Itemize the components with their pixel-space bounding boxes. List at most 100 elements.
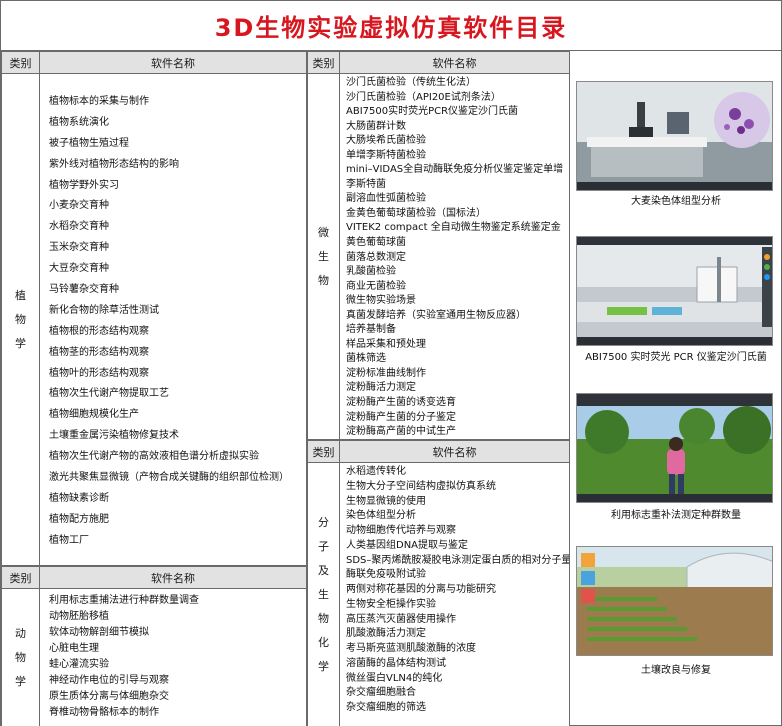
list-item: 植物系统演化: [49, 116, 109, 128]
screenshot-pcr-bench: [576, 236, 773, 346]
plants-category: 植物学: [2, 74, 40, 565]
list-item: 植物根的形态结构观察: [49, 325, 149, 337]
software-header: 软件名称: [432, 445, 477, 459]
screenshot-lab-microscope: [576, 81, 773, 191]
lab-bench-icon: [577, 237, 772, 345]
category-char: 物: [15, 312, 26, 326]
molecular-category-label: 分子及生物化学: [318, 511, 329, 679]
category-char: 学: [318, 659, 329, 673]
list-item: 沙门氏菌检验（API20E试剂条法）: [346, 91, 501, 103]
list-item: 植物标本的采集与制作: [49, 96, 149, 107]
category-char: 植: [15, 288, 26, 302]
micro-category: 微生物: [308, 74, 340, 439]
category-char: 学: [15, 674, 26, 688]
list-item: 脊椎动物骨骼标本的制作: [49, 707, 159, 718]
category-header: 类别: [2, 567, 40, 588]
field-student-icon: [577, 394, 772, 502]
plants-list: 植物标本的采集与制作 植物系统演化 被子植物生殖过程 紫外线对植物形态结构的影响 植物学…: [49, 92, 306, 565]
list-item: 被子植物生殖过程: [49, 137, 129, 149]
list-item: 植物茎的形态结构观察: [49, 346, 149, 358]
list-item: 肌酸激酶活力测定: [346, 628, 426, 640]
list-item: 菌株筛选: [346, 353, 386, 365]
list-item: 玉米杂交育种: [49, 242, 109, 254]
list-item: 单增李斯特菌检验: [346, 149, 426, 161]
screenshot-greenhouse: [576, 546, 773, 656]
list-item: 样品采集和预处理: [346, 338, 426, 350]
category-char: 物: [15, 650, 26, 664]
list-item: 植物细胞规模化生产: [49, 409, 139, 421]
category-char: 物: [318, 273, 329, 287]
micro-table-header: 类别 软件名称: [308, 52, 569, 74]
list-item: 植物学野外实习: [49, 179, 119, 191]
plants-category-label: 植物学: [15, 284, 26, 356]
list-item: 心脏电生理: [49, 643, 99, 654]
list-item: 植物缺素诊断: [49, 492, 109, 504]
software-header: 软件名称: [432, 56, 477, 70]
plants-table: 类别 软件名称 植物学 植物标本的采集与制作 植物系统演化 被子植物生殖过程 紫外线对…: [1, 51, 307, 566]
list-item: mini–VIDAS全自动酶联免疫分析仪鉴定鉴定单增: [346, 164, 564, 176]
list-item: 土壤重金属污染植物修复技术: [49, 430, 179, 442]
molecular-table-header: 类别 软件名称: [308, 441, 569, 463]
micro-category-label: 微生物: [318, 221, 329, 293]
screenshot-caption: 土壤改良与修复: [641, 665, 711, 676]
list-item: 生物大分子空间结构虚拟仿真系统: [346, 480, 496, 492]
list-item: 软体动物解剖细节模拟: [49, 627, 149, 638]
list-item: 黄色葡萄球菌: [346, 237, 406, 249]
list-item: 商业无菌检验: [346, 280, 406, 292]
list-item: 植物工厂: [49, 534, 89, 546]
list-item: 植物叶的形态结构观察: [49, 367, 149, 379]
list-item: 神经动作电位的引导与观察: [49, 675, 169, 686]
screenshot-caption: ABI7500 实时荧光 PCR 仪鉴定沙门氏菌: [585, 352, 767, 363]
category-header: 类别: [2, 52, 40, 73]
list-item: ABI7500实时荧光PCR仪鉴定沙门氏菌: [346, 106, 519, 118]
animals-category: 动物学: [2, 589, 40, 726]
list-item: 激光共聚焦显微镜（产物合成关键酶的组织部位检测）: [49, 472, 289, 484]
category-char: 生: [318, 587, 329, 601]
list-item: 两侧对称花基因的分离与功能研究: [346, 584, 496, 595]
list-item: 沙门氏菌检验（传统生化法）: [346, 77, 476, 88]
list-item: 新化合物的除草活性测试: [49, 304, 159, 316]
list-item: 染色体组型分析: [346, 510, 416, 522]
list-item: 利用标志重捕法进行种群数量调查: [49, 595, 199, 606]
animals-table-header: 类别 软件名称: [2, 567, 306, 589]
list-item: 高压蒸汽灭菌器使用操作: [346, 613, 456, 625]
molecular-table: 类别 软件名称 分子及生物化学 水稻遗传转化 生物大分子空间结构虚拟仿真系统 生物显…: [307, 440, 570, 726]
list-item: 生物安全柜操作实验: [346, 598, 436, 610]
list-item: 微丝蛋白VLN4的纯化: [346, 672, 443, 684]
molecular-list: 水稻遗传转化 生物大分子空间结构虚拟仿真系统 生物显微镜的使用 染色体组型分析 动物细胞…: [346, 465, 569, 726]
list-item: 人类基因组DNA提取与鉴定: [346, 539, 469, 551]
plants-table-header: 类别 软件名称: [2, 52, 306, 74]
lab-microscope-icon: [577, 82, 772, 190]
list-item: 水稻遗传转化: [346, 466, 406, 477]
category-char: 分: [318, 515, 329, 529]
list-item: 植物配方施肥: [49, 513, 109, 525]
category-char: 微: [318, 225, 329, 239]
list-item: 李斯特菌: [346, 178, 386, 190]
list-item: 动物胚胎移植: [49, 611, 109, 622]
micro-table: 类别 软件名称 微生物 沙门氏菌检验（传统生化法） 沙门氏菌检验（API20E试剂…: [307, 51, 570, 440]
list-item: 淀粉酶高产菌的中试生产: [346, 426, 456, 438]
list-item: 乳酸菌检验: [346, 266, 396, 278]
list-item: 酶联免疫吸附试验: [346, 569, 426, 581]
list-item: 马铃薯杂交育种: [49, 284, 119, 296]
category-char: 化: [318, 635, 329, 649]
greenhouse-field-icon: [577, 547, 772, 655]
animals-category-label: 动物学: [15, 622, 26, 694]
category-char: 生: [318, 249, 329, 263]
list-item: 淀粉酶产生菌的诱变选育: [346, 397, 456, 409]
title-bar: 3D生物实验虚拟仿真软件目录: [1, 1, 781, 51]
micro-list: 沙门氏菌检验（传统生化法） 沙门氏菌检验（API20E试剂条法） ABI7500实时…: [346, 76, 569, 439]
list-item: 杂交瘤细胞的筛选: [346, 702, 426, 713]
list-item: 动物细胞传代培养与观察: [346, 525, 456, 536]
animals-table: 类别 软件名称 动物学 利用标志重捕法进行种群数量调查 动物胚胎移植软体动物解剖细…: [1, 566, 307, 726]
list-item: 真菌发酵培养（实验室通用生物反应器）: [346, 309, 526, 321]
list-item: 菌落总数测定: [346, 251, 406, 263]
list-item: 副溶血性弧菌检验: [346, 193, 426, 205]
list-item: 淀粉酶活力测定: [346, 382, 416, 394]
page-title: 3D生物实验虚拟仿真软件目录: [214, 14, 568, 42]
list-item: 考马斯亮蓝测肌酸激酶的浓度: [346, 643, 476, 654]
screenshot-field-student: [576, 393, 773, 503]
category-char: 物: [318, 611, 329, 625]
list-item: VITEK2 compact 全自动微生物鉴定系统鉴定金: [346, 222, 561, 234]
list-item: 大豆杂交育种: [49, 263, 109, 275]
